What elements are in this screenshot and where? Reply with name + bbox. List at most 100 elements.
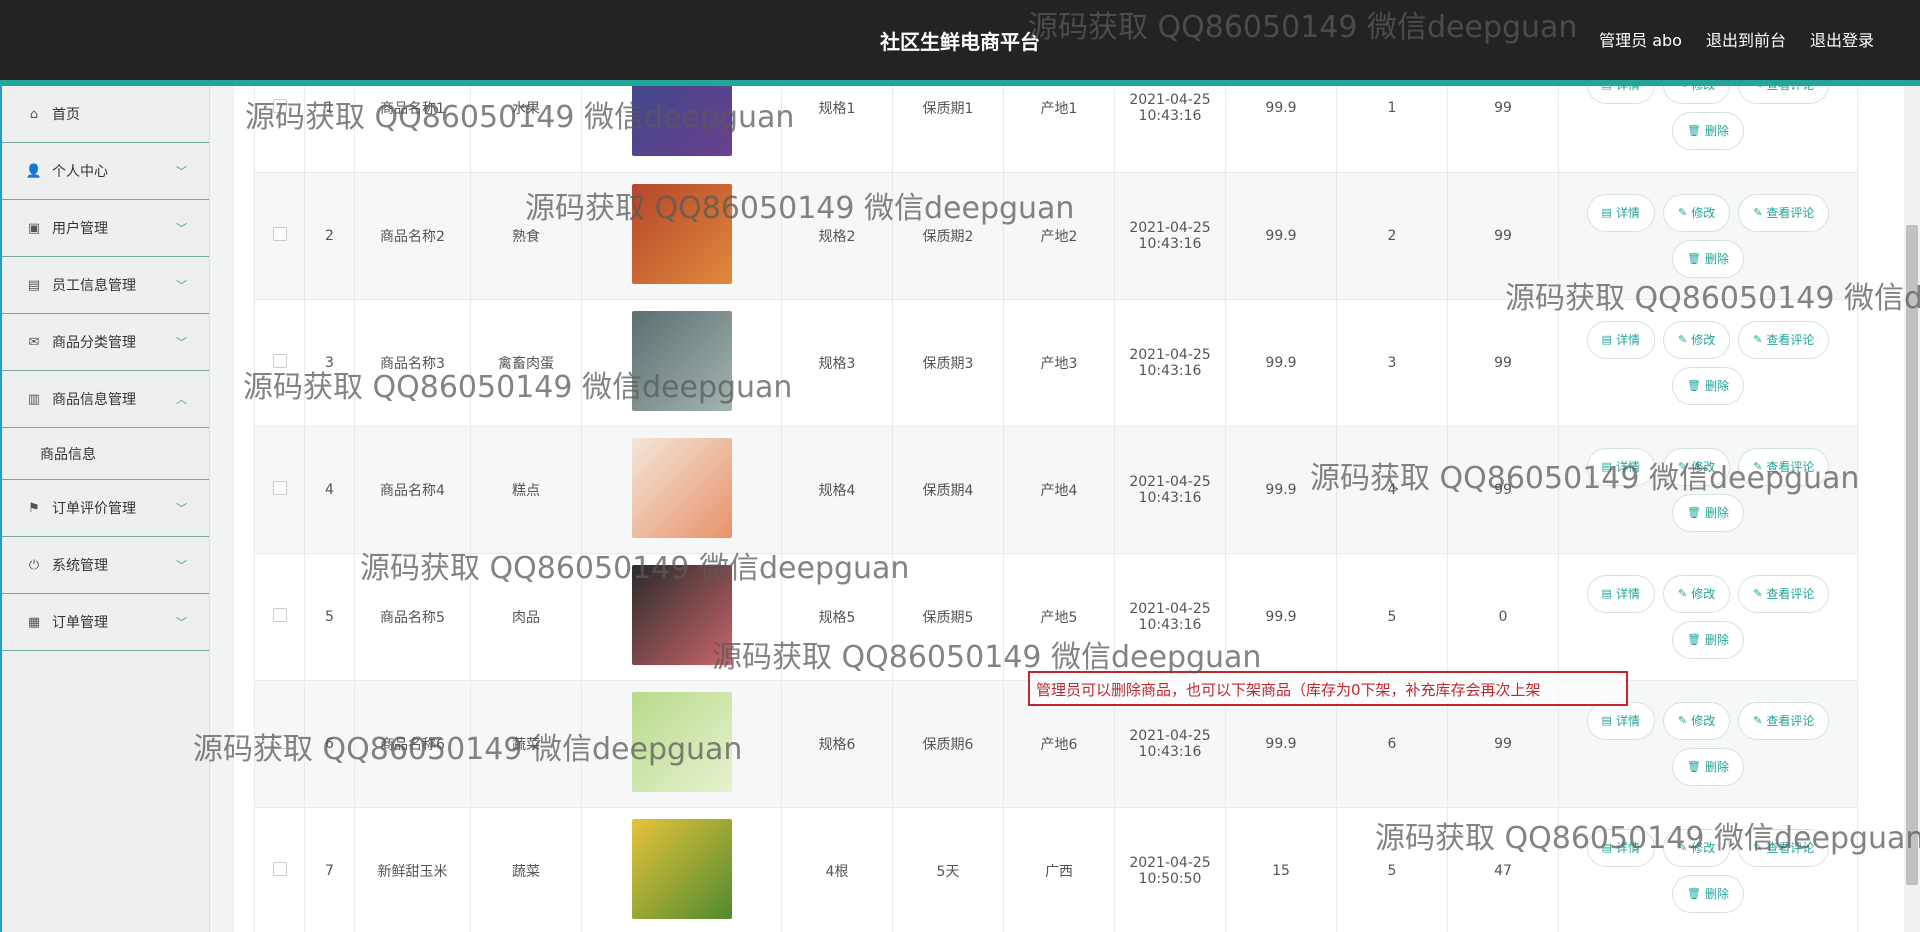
trash-icon: 🗑 — [1687, 759, 1701, 773]
time-text: 10:50:50 — [1138, 870, 1202, 887]
sidebar-item-1[interactable]: 👤 个人中心 ﹀ — [2, 143, 209, 200]
view-reviews-button[interactable]: ✎查看评论 — [1738, 447, 1830, 486]
table-row: 5 商品名称5 肉品 规格5 保质期5 产地5 2021-04-25 10:43:16 99.9… — [254, 553, 1858, 681]
sidebar-item-6[interactable]: ⚑ 订单评价管理 ﹀ — [2, 480, 209, 537]
view-reviews-button[interactable]: ✎查看评论 — [1738, 828, 1830, 867]
detail-button[interactable]: ▤详情 — [1586, 193, 1655, 232]
content-gutter — [210, 86, 234, 932]
row-checkbox[interactable] — [272, 99, 287, 114]
product-stock: 99 — [1447, 172, 1559, 300]
delete-button[interactable]: 🗑 删除 — [1672, 366, 1744, 405]
sidebar-item-4[interactable]: ✉ 商品分类管理 ﹀ — [2, 314, 209, 371]
product-shelf-life: 保质期2 — [892, 172, 1004, 300]
document-icon: ▤ — [1602, 86, 1612, 103]
pencil-icon: ✎ — [1678, 86, 1687, 103]
pencil-icon: ✎ — [1677, 840, 1688, 854]
row-checkbox[interactable] — [272, 734, 287, 749]
row-index: 4 — [304, 426, 355, 554]
table-row: 3 商品名称3 禽畜肉蛋 规格3 保质期3 产地3 2021-04-25 10:43:16 99… — [254, 299, 1858, 427]
edit-button[interactable]: ✎修改 — [1662, 447, 1731, 486]
product-date: 2021-04-25 10:43:16 — [1114, 172, 1226, 300]
product-quantity: 5 — [1336, 553, 1448, 681]
flag-icon: ⚑ — [28, 500, 40, 516]
power-icon: ⏻ — [28, 557, 40, 573]
delete-button[interactable]: 🗑 删除 — [1672, 874, 1744, 913]
row-checkbox[interactable] — [272, 861, 287, 876]
delete-button[interactable]: 🗑 删除 — [1672, 747, 1744, 786]
sidebar-item-3[interactable]: ▤ 员工信息管理 ﹀ — [2, 257, 209, 314]
scrollbar-thumb[interactable] — [1906, 225, 1918, 885]
view-reviews-button[interactable]: ✎查看评论 — [1738, 701, 1830, 740]
delete-button[interactable]: 🗑 删除 — [1672, 239, 1744, 278]
sidebar-item-8[interactable]: ▦ 订单管理 ﹀ — [2, 594, 209, 651]
sidebar-item-label: 订单管理 — [52, 615, 108, 631]
view-reviews-button[interactable]: ✎查看评论 — [1738, 86, 1830, 105]
view-reviews-button[interactable]: ✎查看评论 — [1738, 193, 1830, 232]
product-quantity: 4 — [1336, 426, 1448, 554]
document-icon: ▤ — [1601, 459, 1612, 473]
pencil-icon: ✎ — [1753, 205, 1763, 219]
detail-button[interactable]: ▤详情 — [1586, 86, 1655, 105]
back-to-frontend-link[interactable]: 退出到前台 — [1706, 27, 1786, 51]
detail-button[interactable]: ▤详情 — [1586, 574, 1655, 613]
edit-button[interactable]: ✎修改 — [1662, 574, 1731, 613]
row-checkbox[interactable] — [272, 607, 287, 622]
product-category: 糕点 — [470, 426, 582, 554]
sidebar-item-0[interactable]: ⌂ 首页 — [2, 86, 209, 143]
logout-link[interactable]: 退出登录 — [1810, 27, 1874, 51]
product-origin: 产地5 — [1003, 553, 1115, 681]
product-price: 99.9 — [1225, 426, 1337, 554]
detail-button[interactable]: ▤详情 — [1586, 701, 1655, 740]
product-category: 蔬菜 — [470, 680, 582, 808]
detail-button[interactable]: ▤详情 — [1586, 828, 1655, 867]
row-index: 7 — [304, 807, 355, 932]
sidebar-item-label: 订单评价管理 — [52, 501, 136, 517]
row-actions: ▤详情✎修改✎查看评论 🗑删除 — [1559, 320, 1857, 405]
product-shelf-life: 保质期6 — [892, 680, 1004, 808]
product-image — [631, 310, 732, 411]
product-spec: 规格5 — [781, 553, 893, 681]
delete-button[interactable]: 🗑 删除 — [1672, 112, 1744, 151]
row-checkbox[interactable] — [272, 226, 287, 241]
product-category: 熟食 — [470, 172, 582, 300]
sidebar-item-7[interactable]: ⏻ 系统管理 ﹀ — [2, 537, 209, 594]
briefcase-icon: ▤ — [27, 277, 41, 293]
chevron-icon: ﹀ — [176, 502, 187, 515]
edit-button[interactable]: ✎修改 — [1662, 828, 1731, 867]
delete-button[interactable]: 🗑 删除 — [1672, 493, 1744, 532]
edit-button[interactable]: ✎修改 — [1662, 193, 1731, 232]
detail-button[interactable]: ▤详情 — [1586, 320, 1655, 359]
sidebar-item-label: 员工信息管理 — [52, 278, 136, 294]
edit-button[interactable]: ✎修改 — [1662, 320, 1731, 359]
edit-button[interactable]: ✎修改 — [1662, 701, 1731, 740]
product-spec: 规格6 — [781, 680, 893, 808]
row-checkbox[interactable] — [272, 353, 287, 368]
product-price: 99.9 — [1225, 86, 1337, 173]
content-right-gutter — [1878, 86, 1904, 932]
view-reviews-button[interactable]: ✎查看评论 — [1738, 320, 1830, 359]
product-origin: 产地3 — [1003, 299, 1115, 427]
product-origin: 产地2 — [1003, 172, 1115, 300]
delete-button[interactable]: 🗑 删除 — [1672, 620, 1744, 659]
edit-button[interactable]: ✎修改 — [1662, 86, 1731, 105]
view-reviews-button[interactable]: ✎查看评论 — [1738, 574, 1830, 613]
row-index: 6 — [304, 680, 355, 808]
top-header: 社区生鲜电商平台 管理员 abo 退出到前台 退出登录 — [0, 0, 1920, 80]
product-table-wrapper: 1 商品名称1 水果 规格1 保质期1 产地1 2021-04-25 10:43:16 99.9… — [254, 86, 1858, 932]
product-stock: 99 — [1447, 86, 1559, 173]
detail-button[interactable]: ▤详情 — [1586, 447, 1655, 486]
sidebar-subitem-product-info[interactable]: 商品信息 — [2, 428, 209, 480]
row-actions: ▤详情 ✎修改 ✎查看评论 🗑删除 — [1559, 86, 1857, 151]
chevron-icon: ﹀ — [176, 222, 187, 235]
row-checkbox[interactable] — [272, 480, 287, 495]
pencil-icon: ✎ — [1677, 586, 1688, 600]
product-image — [631, 437, 732, 538]
product-name: 商品名称5 — [354, 553, 471, 681]
pencil-icon: ✎ — [1753, 86, 1762, 103]
product-origin: 广西 — [1003, 807, 1115, 932]
product-shelf-life: 保质期4 — [892, 426, 1004, 554]
admin-user-link[interactable]: 管理员 abo — [1599, 27, 1682, 51]
product-date: 2021-04-25 10:43:16 — [1114, 553, 1226, 681]
sidebar-item-2[interactable]: ▣ 用户管理 ﹀ — [2, 200, 209, 257]
sidebar-item-5[interactable]: ▥ 商品信息管理 ︿ — [2, 371, 209, 428]
